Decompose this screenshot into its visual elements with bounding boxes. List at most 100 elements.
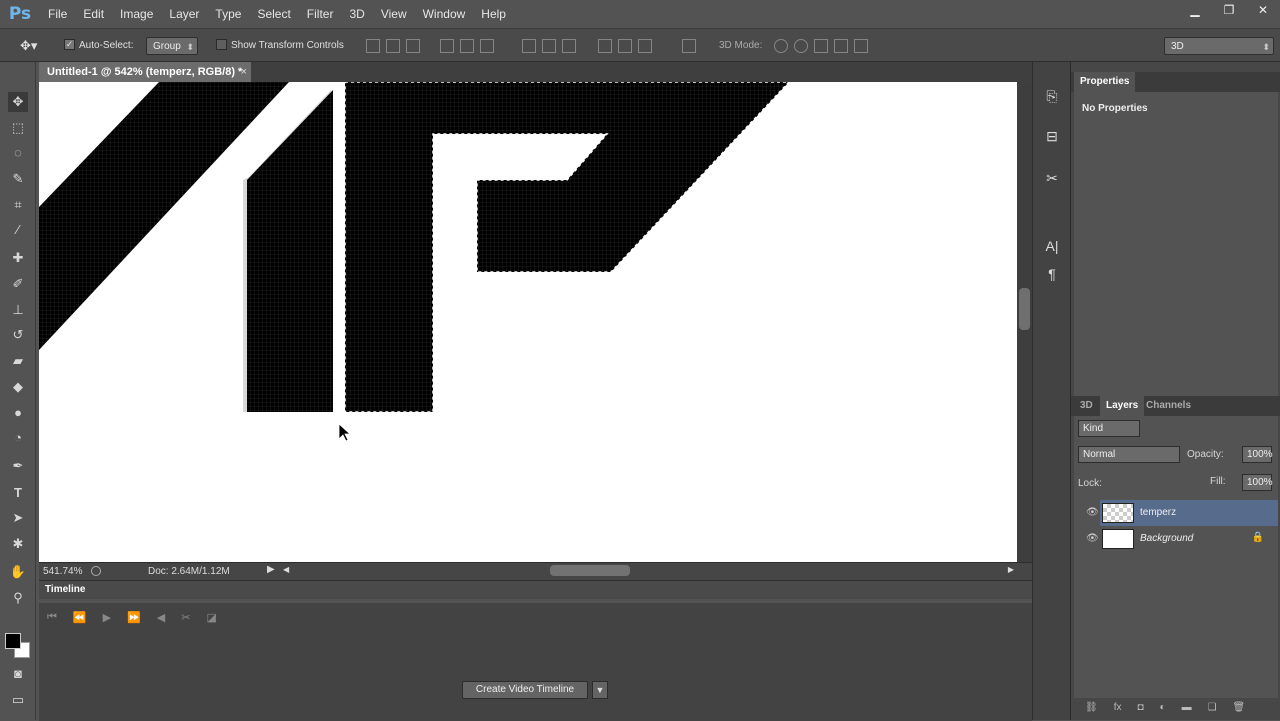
healing-brush-tool-icon[interactable]: ✚ <box>8 248 28 268</box>
menu-help[interactable]: Help <box>473 0 514 28</box>
paragraph-panel-icon[interactable]: ¶ <box>1039 262 1065 286</box>
menu-type[interactable]: Type <box>207 0 249 28</box>
move-tool-preset-icon[interactable]: ✥▾ <box>20 37 37 55</box>
add-mask-icon[interactable]: ◘ <box>1137 702 1143 713</box>
layer-style-icon[interactable]: fx <box>1114 702 1122 713</box>
hand-tool-icon[interactable]: ✋ <box>8 562 28 582</box>
close-tab-icon[interactable]: × <box>241 62 247 82</box>
menu-3d[interactable]: 3D <box>341 0 372 28</box>
close-icon[interactable]: ✕ <box>1246 0 1280 20</box>
align-bottom-icon[interactable] <box>406 39 420 53</box>
align-hcenter-icon[interactable] <box>460 39 474 53</box>
audio-icon[interactable]: ◀ <box>157 611 165 624</box>
fill-input[interactable]: 100% <box>1242 474 1273 491</box>
timeline-type-dropdown-icon[interactable]: ▼ <box>592 681 608 699</box>
vertical-scroll-thumb[interactable] <box>1019 288 1030 330</box>
visibility-eye-icon[interactable]: 👁 <box>1086 533 1099 544</box>
menu-edit[interactable]: Edit <box>75 0 112 28</box>
new-layer-icon[interactable]: ❏ <box>1208 702 1217 713</box>
document-canvas[interactable] <box>39 82 1017 562</box>
3d-drag-icon[interactable] <box>814 39 828 53</box>
play-icon[interactable]: ▶ <box>103 611 111 624</box>
3d-rotate-icon[interactable] <box>774 39 788 53</box>
distribute-hcenter-icon[interactable] <box>618 39 632 53</box>
character-panel-icon[interactable]: A| <box>1039 234 1065 258</box>
prev-frame-icon[interactable]: ⏪ <box>73 611 87 624</box>
menu-layer[interactable]: Layer <box>161 0 207 28</box>
lasso-tool-icon[interactable]: ◌ <box>8 143 28 163</box>
distribute-right-icon[interactable] <box>638 39 652 53</box>
delete-layer-icon[interactable]: 🗑 <box>1233 702 1246 713</box>
minimize-icon[interactable]: ▁ <box>1178 0 1212 20</box>
align-right-icon[interactable] <box>480 39 494 53</box>
workspace-dropdown[interactable]: 3D <box>1164 37 1274 56</box>
tab-channels[interactable]: Channels <box>1140 396 1197 416</box>
menu-file[interactable]: File <box>40 0 75 28</box>
status-menu-arrow-icon[interactable]: ▶ <box>267 564 275 575</box>
opacity-input[interactable]: 100% <box>1242 446 1273 463</box>
align-top-icon[interactable] <box>366 39 380 53</box>
menu-filter[interactable]: Filter <box>299 0 342 28</box>
brush-tool-icon[interactable]: ✐ <box>8 274 28 294</box>
tab-properties[interactable]: Properties <box>1074 72 1136 92</box>
new-group-icon[interactable]: ▬ <box>1182 702 1192 713</box>
layer-row-background[interactable]: 👁 Background 🔒 <box>1074 526 1278 552</box>
link-layers-icon[interactable]: ⛓ <box>1085 702 1098 713</box>
zoom-tool-icon[interactable]: ⚲ <box>8 588 28 608</box>
scroll-left-icon[interactable]: ◀ <box>283 565 289 574</box>
adjustments-panel-icon[interactable]: ⊟ <box>1039 124 1065 148</box>
document-tab[interactable]: Untitled-1 @ 542% (temperz, RGB/8) * × <box>39 62 251 82</box>
quick-mask-icon[interactable]: ◙ <box>8 664 28 684</box>
first-frame-icon[interactable]: ⏮ <box>47 611 57 624</box>
distribute-bottom-icon[interactable] <box>562 39 576 53</box>
blend-mode-dropdown[interactable]: Normal <box>1078 446 1180 463</box>
type-tool-icon[interactable]: T <box>8 483 28 503</box>
align-vcenter-icon[interactable] <box>386 39 400 53</box>
visibility-eye-icon[interactable]: 👁 <box>1086 507 1099 518</box>
layer-filter-kind-dropdown[interactable]: Kind <box>1078 420 1140 437</box>
distribute-vcenter-icon[interactable] <box>542 39 556 53</box>
screen-mode-icon[interactable]: ▭ <box>8 690 28 710</box>
menu-view[interactable]: View <box>373 0 415 28</box>
paint-bucket-tool-icon[interactable]: ◆ <box>8 377 28 397</box>
3d-scale-icon[interactable] <box>854 39 868 53</box>
crop-tool-icon[interactable]: ⌗ <box>8 195 28 215</box>
adjustment-layer-icon[interactable]: ◐ <box>1160 702 1166 713</box>
eyedropper-tool-icon[interactable]: ⁄ <box>8 220 28 240</box>
3d-slide-icon[interactable] <box>834 39 848 53</box>
history-brush-tool-icon[interactable]: ↺ <box>8 325 28 345</box>
pen-tool-icon[interactable]: ✒ <box>8 456 28 476</box>
tab-layers[interactable]: Layers <box>1100 396 1145 416</box>
split-clip-icon[interactable]: ✂ <box>181 611 190 624</box>
align-left-icon[interactable] <box>440 39 454 53</box>
menu-select[interactable]: Select <box>249 0 298 28</box>
path-select-tool-icon[interactable]: ➤ <box>8 508 28 528</box>
custom-shape-tool-icon[interactable]: ✱ <box>8 534 28 554</box>
menu-image[interactable]: Image <box>112 0 161 28</box>
distribute-left-icon[interactable] <box>598 39 612 53</box>
dodge-tool-icon[interactable]: ◔ <box>8 428 28 448</box>
create-video-timeline-button[interactable]: Create Video Timeline <box>462 681 588 699</box>
restore-icon[interactable]: ❐ <box>1212 0 1246 20</box>
show-transform-checkbox[interactable]: Show Transform Controls <box>216 37 344 55</box>
quick-select-tool-icon[interactable]: ✎ <box>8 169 28 189</box>
tool-presets-panel-icon[interactable]: ✂ <box>1039 166 1065 190</box>
marquee-tool-icon[interactable]: ⬚ <box>8 118 28 138</box>
tab-3d[interactable]: 3D <box>1074 396 1099 416</box>
layer-row-temperz[interactable]: 👁 temperz <box>1074 500 1278 526</box>
zoom-level[interactable]: 541.74% <box>43 566 82 577</box>
horizontal-scroll-thumb[interactable] <box>550 565 630 576</box>
transition-icon[interactable]: ◪ <box>206 611 216 624</box>
clone-stamp-tool-icon[interactable]: ⊥ <box>8 300 28 320</box>
scroll-right-icon[interactable]: ▶ <box>1008 565 1014 574</box>
next-frame-icon[interactable]: ⏩ <box>127 611 141 624</box>
move-tool-icon[interactable]: ✥ <box>8 92 28 112</box>
status-info-icon[interactable] <box>91 566 101 576</box>
blur-tool-icon[interactable]: ● <box>8 403 28 423</box>
auto-select-checkbox[interactable]: ✓ Auto-Select: <box>64 37 133 55</box>
distribute-top-icon[interactable] <box>522 39 536 53</box>
menu-window[interactable]: Window <box>415 0 474 28</box>
3d-roll-icon[interactable] <box>794 39 808 53</box>
history-panel-icon[interactable]: ⎘ <box>1039 84 1065 108</box>
auto-select-target-dropdown[interactable]: Group <box>146 37 198 56</box>
